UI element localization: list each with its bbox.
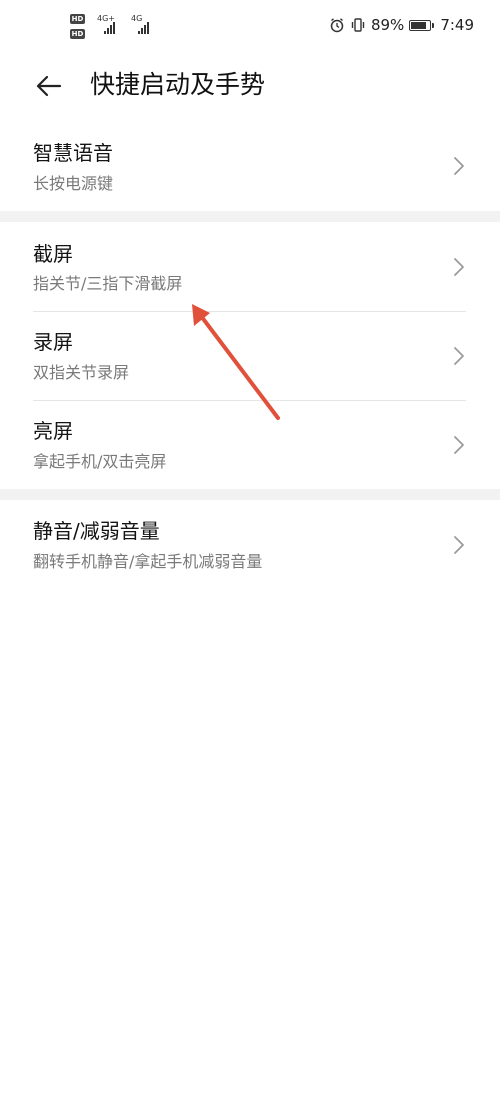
item-subtitle: 翻转手机静音/拿起手机减弱音量 — [33, 552, 263, 571]
item-subtitle: 拿起手机/双击亮屏 — [33, 452, 167, 471]
alarm-icon — [330, 18, 344, 33]
signal-bars-2-icon — [138, 22, 149, 34]
item-title: 录屏 — [33, 330, 73, 354]
item-subtitle: 长按电源键 — [33, 174, 114, 193]
clock: 7:49 — [440, 16, 474, 34]
back-button[interactable] — [30, 66, 70, 106]
status-bar: HD HD 4G+ 4G 89% 7:49 — [0, 0, 500, 56]
signal-bars-1-icon — [104, 22, 115, 34]
item-title: 智慧语音 — [33, 141, 113, 165]
settings-item-screenshot[interactable]: 截屏 指关节/三指下滑截屏 — [0, 222, 500, 311]
section-gap — [0, 211, 500, 222]
chevron-right-icon — [454, 347, 464, 365]
battery-fill — [411, 21, 427, 29]
settings-item-wake-screen[interactable]: 亮屏 拿起手机/双击亮屏 — [0, 401, 500, 489]
section-gap — [0, 489, 500, 500]
chevron-right-icon — [454, 258, 464, 276]
arrow-left-icon — [36, 75, 62, 97]
settings-item-smart-voice[interactable]: 智慧语音 长按电源键 — [0, 118, 500, 210]
item-title: 亮屏 — [33, 419, 73, 443]
app-header: 快捷启动及手势 — [0, 56, 500, 114]
chevron-right-icon — [454, 536, 464, 554]
chevron-right-icon — [454, 157, 464, 175]
item-title: 截屏 — [33, 242, 73, 266]
hd-badge-2: HD — [70, 29, 85, 39]
status-right: 89% 7:49 — [329, 16, 474, 34]
item-subtitle: 双指关节录屏 — [33, 363, 130, 382]
hd-badge-1: HD — [70, 14, 85, 24]
battery-icon — [409, 19, 435, 31]
item-title: 静音/减弱音量 — [33, 519, 160, 543]
settings-item-screen-record[interactable]: 录屏 双指关节录屏 — [0, 312, 500, 400]
chevron-right-icon — [454, 436, 464, 454]
item-subtitle: 指关节/三指下滑截屏 — [33, 274, 183, 293]
vibrate-icon — [351, 18, 365, 32]
signal-indicators: HD HD 4G+ 4G — [70, 12, 170, 42]
page-title: 快捷启动及手势 — [90, 70, 266, 99]
battery-percent: 89% — [370, 16, 405, 34]
settings-item-mute[interactable]: 静音/减弱音量 翻转手机静音/拿起手机减弱音量 — [0, 500, 500, 592]
